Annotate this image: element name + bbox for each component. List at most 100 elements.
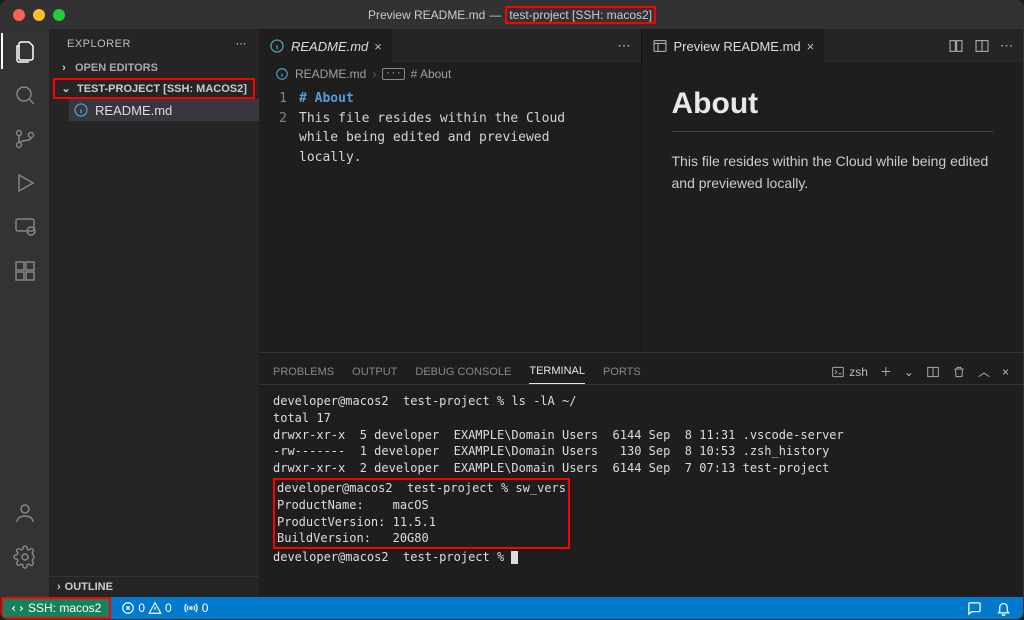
panel-tab-terminal[interactable]: TERMINAL bbox=[529, 359, 585, 384]
code-content[interactable]: # About This file resides within the Clo… bbox=[299, 89, 601, 348]
close-icon[interactable]: × bbox=[807, 39, 815, 54]
preview-pane: Preview README.md × ⋯ About This file re… bbox=[642, 29, 1024, 352]
title-sep: — bbox=[489, 8, 501, 22]
chevron-right-icon: › bbox=[372, 67, 376, 81]
open-editors-label: OPEN EDITORS bbox=[75, 62, 158, 74]
tab-preview[interactable]: Preview README.md × bbox=[642, 29, 826, 63]
info-icon bbox=[275, 67, 289, 81]
terminal-highlight: developer@macos2 test-project % sw_vers … bbox=[273, 478, 570, 549]
titlebar: Preview README.md — test-project [SSH: m… bbox=[1, 1, 1023, 29]
code-editor[interactable]: 1 2 # About This file resides within the… bbox=[259, 85, 641, 352]
bell-icon[interactable] bbox=[996, 601, 1011, 616]
chevron-right-icon: › bbox=[57, 62, 71, 74]
file-row-readme[interactable]: README.md bbox=[69, 99, 259, 121]
line-gutter: 1 2 bbox=[259, 89, 299, 348]
activity-remote-explorer[interactable] bbox=[1, 215, 49, 239]
activity-extensions[interactable] bbox=[1, 259, 49, 283]
maximize-panel-icon[interactable]: ︿ bbox=[978, 363, 990, 380]
status-ports[interactable]: 0 bbox=[184, 601, 209, 615]
markdown-preview: About This file resides within the Cloud… bbox=[642, 63, 1024, 352]
breadcrumbs[interactable]: README.md › ··· # About bbox=[259, 63, 641, 85]
window-close-dot[interactable] bbox=[13, 9, 25, 21]
extensions-icon bbox=[13, 259, 37, 283]
code-line: This file resides within the Cloud while… bbox=[299, 111, 573, 165]
explorer-title: EXPLORER bbox=[67, 38, 131, 50]
terminal-output[interactable]: developer@macos2 test-project % ls -lA ~… bbox=[259, 385, 1023, 597]
window-minimize-dot[interactable] bbox=[33, 9, 45, 21]
activity-search[interactable] bbox=[1, 83, 49, 107]
account-icon bbox=[13, 501, 37, 525]
layout-icon[interactable] bbox=[974, 38, 990, 54]
open-editors-section[interactable]: › OPEN EDITORS bbox=[49, 58, 259, 78]
breadcrumb-symbol: # About bbox=[411, 67, 452, 81]
feedback-icon[interactable] bbox=[967, 601, 982, 616]
status-bar: SSH: macos2 0 0 0 bbox=[1, 597, 1023, 619]
remote-indicator-icon bbox=[11, 602, 24, 615]
panel-tab-output[interactable]: OUTPUT bbox=[352, 360, 397, 384]
activity-explorer[interactable] bbox=[1, 39, 49, 63]
code-line: # About bbox=[299, 91, 354, 106]
terminal-text: developer@macos2 test-project % ls -lA ~… bbox=[273, 394, 844, 475]
status-problems[interactable]: 0 0 bbox=[121, 601, 171, 615]
split-icon[interactable] bbox=[948, 38, 964, 54]
terminal-cursor bbox=[511, 551, 518, 564]
close-panel-icon[interactable]: × bbox=[1002, 365, 1009, 379]
files-icon bbox=[13, 39, 37, 63]
trash-icon[interactable] bbox=[952, 365, 966, 379]
project-label: TEST-PROJECT [SSH: MACOS2] bbox=[77, 83, 247, 95]
editor-pane: README.md × ⋯ README.md › ··· # About bbox=[259, 29, 642, 352]
text-icon: ··· bbox=[382, 68, 404, 80]
activity-settings[interactable] bbox=[1, 545, 49, 569]
bottom-panel: PROBLEMS OUTPUT DEBUG CONSOLE TERMINAL P… bbox=[259, 352, 1023, 597]
terminal-prompt: developer@macos2 test-project % bbox=[273, 550, 511, 564]
terminal-icon bbox=[831, 365, 845, 379]
preview-heading: About bbox=[672, 87, 994, 132]
tab-label: README.md bbox=[291, 39, 368, 54]
activity-run-debug[interactable] bbox=[1, 171, 49, 195]
search-icon bbox=[13, 83, 37, 107]
error-icon bbox=[121, 601, 135, 615]
tab-readme[interactable]: README.md × bbox=[259, 29, 393, 63]
file-name: README.md bbox=[95, 103, 172, 118]
explorer-sidebar: EXPLORER ⋯ › OPEN EDITORS ⌄ TEST-PROJECT… bbox=[49, 29, 259, 597]
radio-icon bbox=[184, 601, 198, 615]
panel-tab-ports[interactable]: PORTS bbox=[603, 360, 641, 384]
chevron-down-icon[interactable]: ⌄ bbox=[904, 365, 914, 379]
activity-bar bbox=[1, 29, 49, 597]
branch-icon bbox=[13, 127, 37, 151]
panel-tab-problems[interactable]: PROBLEMS bbox=[273, 360, 334, 384]
editor-tabs: README.md × ⋯ bbox=[259, 29, 641, 63]
chevron-down-icon: ⌄ bbox=[59, 82, 73, 95]
more-icon[interactable]: ⋯ bbox=[618, 38, 631, 54]
preview-tabs: Preview README.md × ⋯ bbox=[642, 29, 1024, 63]
remote-icon bbox=[13, 215, 37, 239]
close-icon[interactable]: × bbox=[374, 39, 382, 54]
breadcrumb-file: README.md bbox=[295, 67, 366, 81]
info-icon bbox=[73, 102, 89, 118]
warning-icon bbox=[148, 601, 162, 615]
new-terminal-icon[interactable]: ＋ bbox=[880, 363, 892, 380]
project-section[interactable]: ⌄ TEST-PROJECT [SSH: MACOS2] bbox=[53, 78, 255, 99]
info-icon bbox=[269, 38, 285, 54]
window-title: Preview README.md — test-project [SSH: m… bbox=[368, 6, 656, 24]
title-left: Preview README.md bbox=[368, 8, 485, 22]
line-number: 2 bbox=[259, 109, 287, 129]
window-zoom-dot[interactable] bbox=[53, 9, 65, 21]
split-terminal-icon[interactable] bbox=[926, 365, 940, 379]
panel-tab-debug[interactable]: DEBUG CONSOLE bbox=[415, 360, 511, 384]
explorer-more-icon[interactable]: ⋯ bbox=[236, 37, 248, 50]
outline-section[interactable]: › OUTLINE bbox=[49, 576, 259, 597]
terminal-shell-selector[interactable]: zsh bbox=[831, 365, 868, 379]
preview-icon bbox=[652, 38, 668, 54]
activity-source-control[interactable] bbox=[1, 127, 49, 151]
status-remote-host[interactable]: SSH: macos2 bbox=[3, 599, 109, 617]
gear-icon bbox=[13, 545, 37, 569]
more-icon[interactable]: ⋯ bbox=[1000, 38, 1013, 54]
activity-accounts[interactable] bbox=[1, 501, 49, 525]
minimap[interactable] bbox=[601, 89, 641, 348]
remote-label: SSH: macos2 bbox=[28, 601, 101, 615]
chevron-right-icon: › bbox=[57, 581, 61, 593]
line-number: 1 bbox=[259, 89, 287, 109]
tab-label: Preview README.md bbox=[674, 39, 801, 54]
preview-paragraph: This file resides within the Cloud while… bbox=[672, 150, 994, 195]
